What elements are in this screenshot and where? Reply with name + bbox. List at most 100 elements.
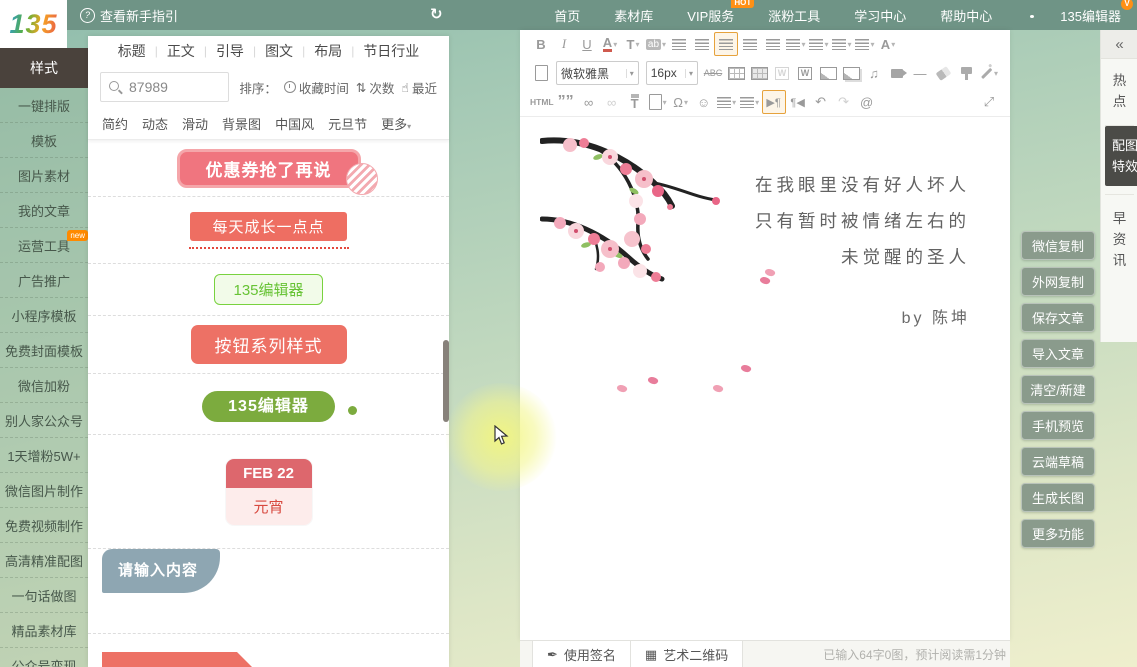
style-item-pill[interactable]: 135编辑器 [88, 374, 449, 435]
tab-title[interactable]: 标题 [118, 41, 146, 61]
nav-help-center[interactable]: 帮助中心 [940, 6, 992, 25]
multi-image-icon[interactable] [840, 62, 862, 84]
sidebar-item-hd-images[interactable]: 高清精准配图 [0, 543, 88, 578]
undo-icon[interactable]: ↶ [810, 91, 832, 113]
style-item-growth[interactable]: 每天成长一点点 [88, 197, 449, 264]
horizontal-rule-icon[interactable]: — [909, 62, 931, 84]
sidebar-item-operation-tools[interactable]: 运营工具new [0, 228, 88, 263]
ordered-list-icon[interactable]: ▾ [716, 91, 738, 113]
sidebar-item-image-material[interactable]: 图片素材 [0, 158, 88, 193]
sidebar-item-my-articles[interactable]: 我的文章 [0, 193, 88, 228]
save-article-button[interactable]: 保存文章 [1021, 303, 1095, 332]
nav-fans-tools[interactable]: 涨粉工具 [768, 6, 820, 25]
search-box[interactable] [100, 72, 229, 102]
import-article-button[interactable]: 导入文章 [1021, 339, 1095, 368]
rail-item-morning-news[interactable]: 早资讯 [1101, 197, 1137, 282]
sidebar-item-fans-growth[interactable]: 1天增粉5W+ [0, 438, 88, 473]
sidebar-item-templates[interactable]: 模板 [0, 123, 88, 158]
italic-icon[interactable]: I [553, 33, 575, 55]
font-family-select[interactable]: 微软雅黑▾ [556, 61, 639, 85]
editor-content[interactable]: 在我眼里没有好人坏人 只有暂时被情绪左右的 未觉醒的圣人 by 陈坤 [520, 117, 1010, 610]
sort-by-count[interactable]: ⇅次数 [356, 78, 395, 97]
paragraph-spacing-icon[interactable]: ▾ [831, 33, 853, 55]
sidebar-item-free-video-making[interactable]: 免费视频制作 [0, 508, 88, 543]
cloud-draft-button[interactable]: 云端草稿 [1021, 447, 1095, 476]
tab-festival-industry[interactable]: 节日行业 [363, 41, 419, 61]
sidebar-item-monetization[interactable]: 公众号变现 [0, 648, 88, 667]
style-item-green-button[interactable]: 135编辑器 [88, 264, 449, 316]
sidebar-item-one-click-layout[interactable]: 一键排版 [0, 88, 88, 123]
text-direction-rtl-icon[interactable]: ¶◀ [787, 91, 809, 113]
style-item-partial[interactable] [88, 634, 449, 667]
use-signature-tab[interactable]: ✒使用签名 [532, 641, 631, 667]
sidebar-item-other-accounts[interactable]: 别人家公众号 [0, 403, 88, 438]
sidebar-item-styles[interactable]: 样式 [0, 48, 88, 88]
filter-sliding[interactable]: 滑动 [182, 114, 208, 133]
collapse-rail-button[interactable]: « [1101, 30, 1137, 59]
indent-icon[interactable] [762, 33, 784, 55]
tab-image-text[interactable]: 图文 [265, 41, 293, 61]
account-menu[interactable]: 135编辑器V [1060, 6, 1121, 25]
underline-icon[interactable]: U [576, 33, 598, 55]
eraser-icon[interactable] [932, 62, 954, 84]
highlight-icon[interactable]: ab▾ [645, 33, 667, 55]
word-import-icon[interactable]: W [794, 62, 816, 84]
magic-wand-icon[interactable]: ▾ [978, 62, 1000, 84]
filter-new-year[interactable]: 元旦节 [328, 114, 367, 133]
nav-vip-service[interactable]: VIP服务HOT [687, 6, 734, 25]
generate-long-image-button[interactable]: 生成长图 [1021, 483, 1095, 512]
new-document-icon[interactable] [530, 62, 552, 84]
blockquote-icon[interactable]: ”” [555, 91, 577, 113]
text-background-icon[interactable]: T [624, 91, 646, 113]
filter-dynamic[interactable]: 动态 [142, 114, 168, 133]
logo-135[interactable]: 135 [0, 0, 67, 48]
rail-item-hot-topics[interactable]: 热点 [1101, 59, 1137, 123]
table-icon[interactable] [725, 62, 747, 84]
bold-icon[interactable]: B [530, 33, 552, 55]
mobile-preview-button[interactable]: 手机预览 [1021, 411, 1095, 440]
filter-simple[interactable]: 简约 [102, 114, 128, 133]
align-right-icon[interactable] [714, 32, 738, 56]
image-table-icon[interactable] [748, 62, 770, 84]
style-item-button-series[interactable]: 按钮系列样式 [88, 316, 449, 374]
sidebar-item-premium-material[interactable]: 精品素材库 [0, 613, 88, 648]
font-color-icon[interactable]: A▾ [599, 33, 621, 55]
wechat-copy-button[interactable]: 微信复制 [1021, 231, 1095, 260]
unordered-list-icon[interactable]: ▾ [739, 91, 761, 113]
music-icon[interactable]: ♫ [863, 62, 885, 84]
letter-spacing-icon[interactable]: ▾ [854, 33, 876, 55]
page-border-icon[interactable]: ▾ [647, 91, 669, 113]
guide-link[interactable]: ? 查看新手指引 [80, 6, 178, 25]
sidebar-item-free-cover-templates[interactable]: 免费封面模板 [0, 333, 88, 368]
sort-by-favorite-time[interactable]: 收藏时间 [284, 78, 349, 97]
filter-more[interactable]: 更多▾ [381, 114, 411, 133]
tab-body[interactable]: 正文 [167, 41, 195, 61]
strikethrough-icon[interactable]: ABC [702, 62, 724, 84]
style-item-ribbon[interactable]: 请输入内容 [88, 549, 449, 634]
filter-background[interactable]: 背景图 [222, 114, 261, 133]
outdent-icon[interactable]: ▾ [785, 33, 807, 55]
fullscreen-icon[interactable]: ⤢ [978, 91, 1000, 113]
sort-by-recent[interactable]: ☝最近 [401, 78, 437, 97]
mention-icon[interactable]: @ [856, 91, 878, 113]
format-brush-icon[interactable] [955, 62, 977, 84]
sidebar-item-wechat-image-making[interactable]: 微信图片制作 [0, 473, 88, 508]
sidebar-item-ad-promotion[interactable]: 广告推广 [0, 263, 88, 298]
external-copy-button[interactable]: 外网复制 [1021, 267, 1095, 296]
text-style-icon[interactable]: T▾ [622, 33, 644, 55]
panel-scrollbar-thumb[interactable] [443, 340, 449, 422]
art-qrcode-tab[interactable]: ▦艺术二维码 [631, 641, 743, 667]
nav-learning-center[interactable]: 学习中心 [854, 6, 906, 25]
tab-guide[interactable]: 引导 [216, 41, 244, 61]
html-source-icon[interactable]: HTML [530, 91, 554, 113]
nav-material-library[interactable]: 素材库 [614, 6, 653, 25]
image-icon[interactable] [817, 62, 839, 84]
text-width-icon[interactable]: A▾ [877, 33, 899, 55]
text-direction-ltr-icon[interactable]: ▶¶ [762, 90, 786, 114]
sidebar-item-one-sentence-image[interactable]: 一句话做图 [0, 578, 88, 613]
link-icon[interactable]: ∞ [578, 91, 600, 113]
video-icon[interactable] [886, 62, 908, 84]
special-char-icon[interactable]: Ω▾ [670, 91, 692, 113]
font-size-select[interactable]: 16px▾ [646, 61, 698, 85]
nav-home[interactable]: 首页 [554, 6, 580, 25]
